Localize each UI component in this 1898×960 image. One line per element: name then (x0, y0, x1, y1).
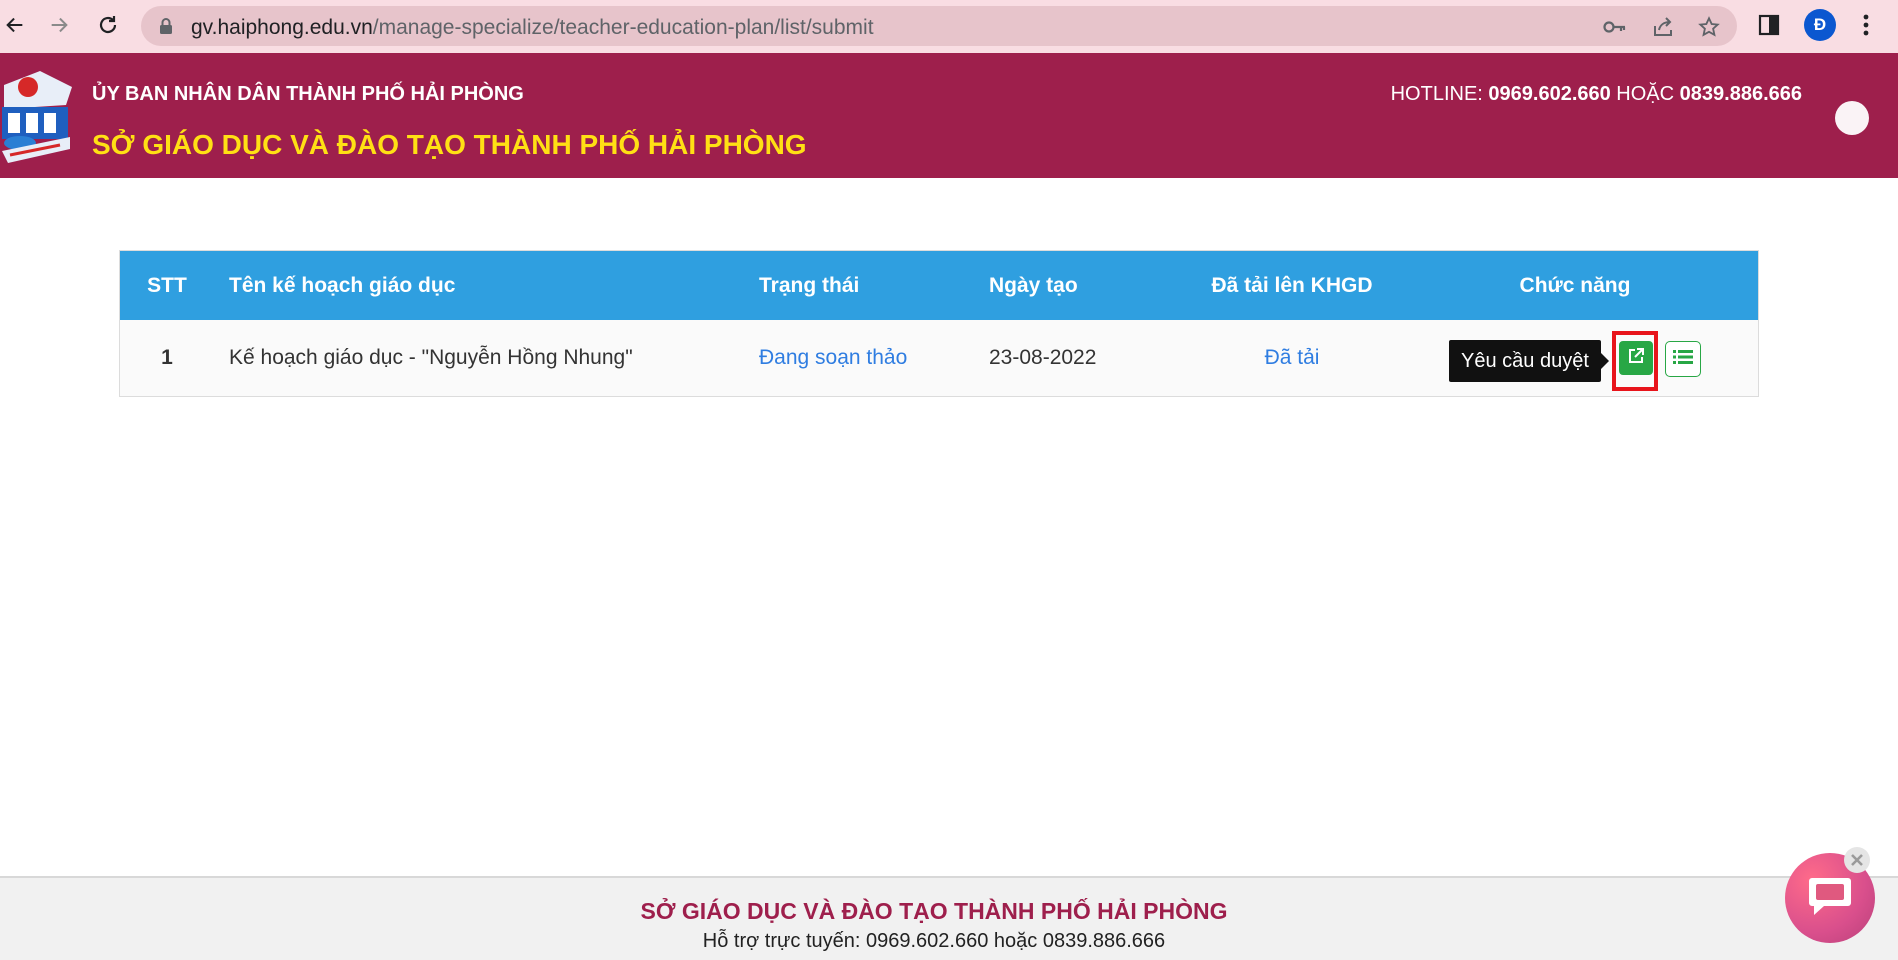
menu-kebab-icon[interactable] (1851, 10, 1881, 40)
address-bar[interactable]: gv.haiphong.edu.vn/manage-specialize/tea… (141, 6, 1737, 46)
reload-icon[interactable] (93, 10, 123, 40)
footer-support: Hỗ trợ trực tuyến: 0969.602.660 hoặc 083… (702, 930, 1166, 952)
site-footer: SỞ GIÁO DỤC VÀ ĐÀO TẠO THÀNH PHỐ HẢI PHÒ… (0, 876, 1898, 960)
column-header-uploaded: Đã tải lên KHGD (1211, 273, 1373, 297)
government-title: ỦY BAN NHÂN DÂN THÀNH PHỐ HẢI PHÒNG (92, 83, 524, 105)
url-text: gv.haiphong.edu.vn/manage-specialize/tea… (191, 16, 874, 39)
profile-avatar[interactable]: Đ (1804, 9, 1836, 41)
cell-plan-name: Kế hoạch giáo dục - "Nguyễn Hồng Nhung" (229, 346, 633, 369)
browser-toolbar: gv.haiphong.edu.vn/manage-specialize/tea… (0, 0, 1898, 53)
footer-title: SỞ GIÁO DỤC VÀ ĐÀO TẠO THÀNH PHỐ HẢI PHÒ… (640, 898, 1228, 924)
lock-icon (159, 17, 173, 40)
uploaded-link[interactable]: Đã tải (1192, 346, 1392, 370)
cell-date: 23-08-2022 (989, 346, 1097, 369)
table-header: STT Tên kế hoạch giáo dục Trạng thái Ngà… (120, 251, 1758, 320)
user-menu-avatar[interactable] (1835, 101, 1869, 135)
column-header-status: Trạng thái (759, 273, 860, 297)
back-icon[interactable] (0, 10, 30, 40)
list-icon (1673, 349, 1693, 370)
department-logo[interactable] (0, 65, 74, 165)
column-header-stt: STT (147, 273, 187, 297)
site-header: ỦY BAN NHÂN DÂN THÀNH PHỐ HẢI PHÒNG SỞ G… (0, 53, 1898, 178)
column-header-actions: Chức năng (1519, 273, 1631, 297)
chat-close-icon[interactable] (1844, 847, 1870, 873)
column-header-name: Tên kế hoạch giáo dục (229, 273, 456, 297)
view-list-button[interactable] (1665, 341, 1701, 377)
hotline: HOTLINE: 0969.602.660 HOẶC 0839.886.666 (1390, 83, 1802, 105)
column-header-date: Ngày tạo (989, 273, 1078, 297)
status-link[interactable]: Đang soạn thảo (759, 346, 989, 370)
cell-stt: 1 (161, 346, 173, 369)
key-icon[interactable] (1602, 14, 1628, 40)
request-approval-button[interactable] (1619, 341, 1653, 375)
submit-tooltip: Yêu cầu duyệt (1449, 340, 1609, 382)
external-link-icon (1627, 347, 1645, 370)
department-title: SỞ GIÁO DỤC VÀ ĐÀO TẠO THÀNH PHỐ HẢI PHÒ… (92, 129, 807, 160)
bookmark-star-icon[interactable] (1696, 14, 1722, 40)
forward-icon[interactable] (44, 10, 74, 40)
chat-bubble-icon (1806, 874, 1854, 923)
side-panel-icon[interactable] (1754, 10, 1784, 40)
share-icon[interactable] (1650, 14, 1676, 40)
